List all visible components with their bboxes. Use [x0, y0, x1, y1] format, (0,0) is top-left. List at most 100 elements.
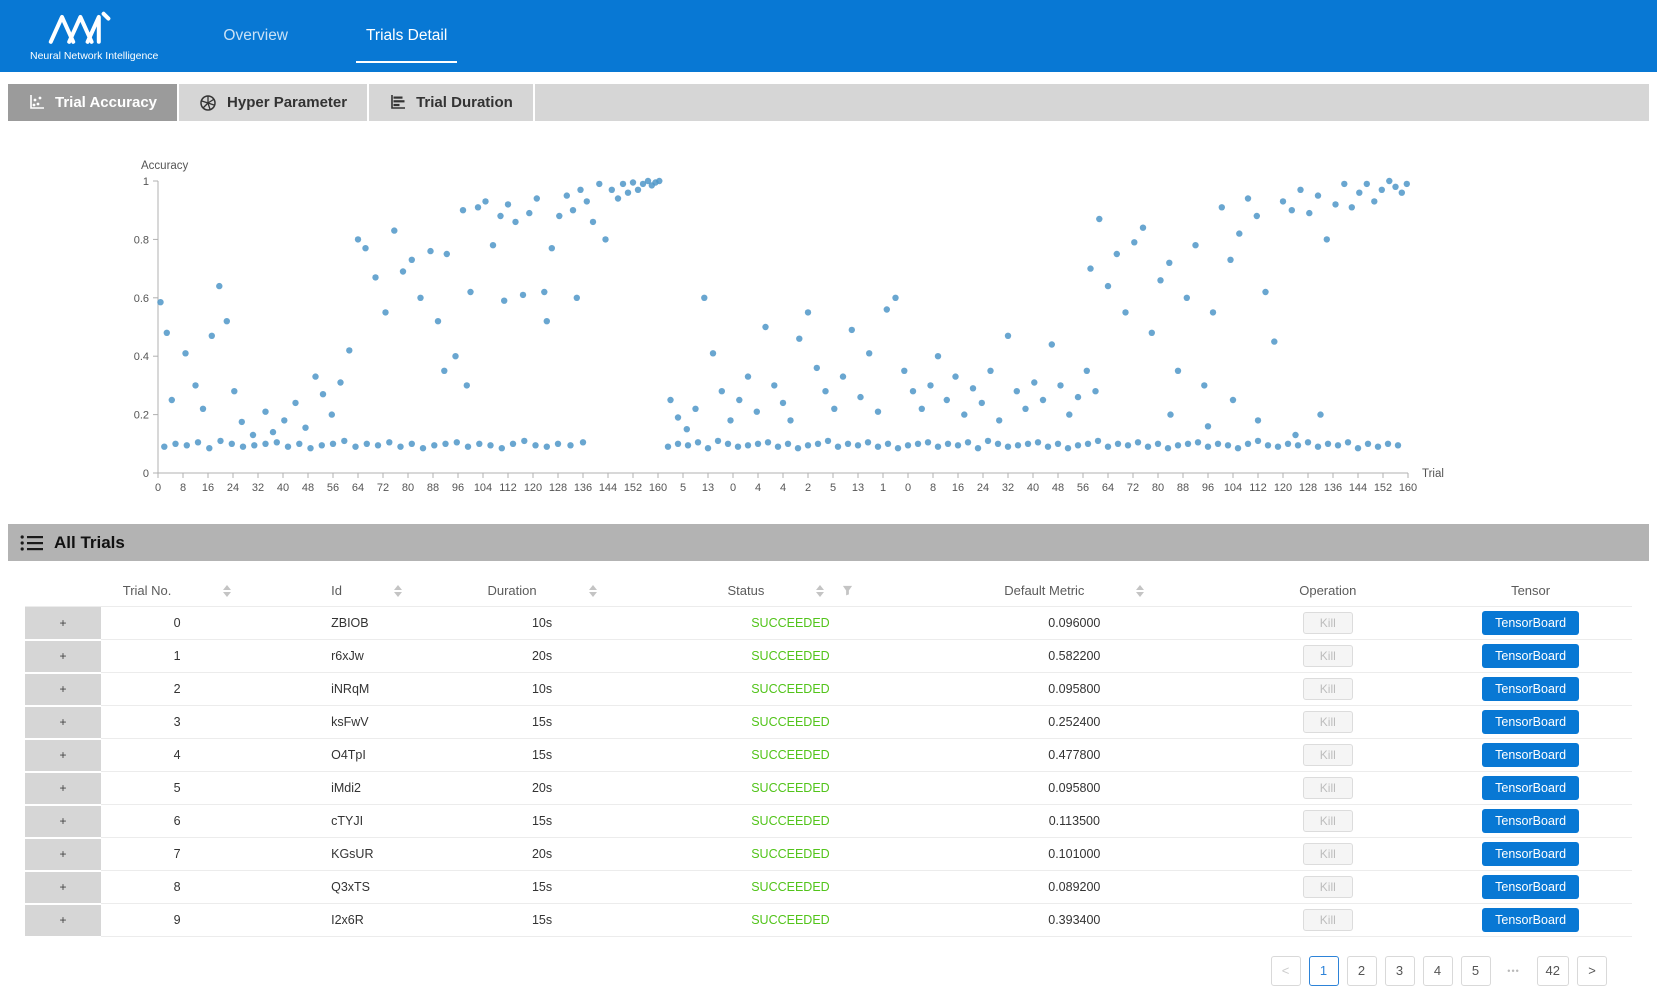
- tensorboard-button[interactable]: TensorBoard: [1482, 743, 1579, 767]
- column-header-status[interactable]: Status: [659, 573, 923, 607]
- column-header-trial-no[interactable]: Trial No.: [101, 573, 253, 607]
- tensorboard-button[interactable]: TensorBoard: [1482, 644, 1579, 668]
- sort-icon[interactable]: [223, 585, 231, 597]
- nni-logo: Neural Network Intelligence: [30, 10, 158, 62]
- svg-text:16: 16: [202, 482, 214, 494]
- trial-no-cell: 4: [101, 739, 253, 772]
- sort-icon[interactable]: [1136, 585, 1144, 597]
- svg-text:104: 104: [474, 482, 492, 494]
- kill-button[interactable]: Kill: [1303, 645, 1353, 667]
- svg-text:16: 16: [952, 482, 964, 494]
- default-metric-cell: 0.477800: [922, 739, 1226, 772]
- kill-button[interactable]: Kill: [1303, 909, 1353, 931]
- duration-cell: 15s: [425, 805, 658, 838]
- expand-column-header: [25, 573, 101, 607]
- pagination-page-42[interactable]: 42: [1537, 956, 1569, 986]
- status-cell: SUCCEEDED: [659, 904, 923, 937]
- kill-button[interactable]: Kill: [1303, 810, 1353, 832]
- tab-trial-accuracy[interactable]: Trial Accuracy: [8, 84, 179, 121]
- filter-icon[interactable]: [842, 585, 853, 596]
- svg-text:Trial: Trial: [1422, 468, 1444, 480]
- kill-button[interactable]: Kill: [1303, 711, 1353, 733]
- column-label: Tensor: [1511, 583, 1550, 598]
- operation-cell: Kill: [1226, 838, 1429, 871]
- trial-id-cell: KGsUR: [253, 838, 425, 871]
- svg-text:1: 1: [880, 482, 886, 494]
- default-metric-cell: 0.101000: [922, 838, 1226, 871]
- pagination-page-5[interactable]: 5: [1461, 956, 1491, 986]
- tensorboard-button[interactable]: TensorBoard: [1482, 611, 1579, 635]
- pagination-page-2[interactable]: 2: [1347, 956, 1377, 986]
- column-header-duration[interactable]: Duration: [425, 573, 658, 607]
- table-row: +7KGsUR20sSUCCEEDED0.101000KillTensorBoa…: [25, 838, 1632, 871]
- svg-text:40: 40: [1027, 482, 1039, 494]
- tab-trial-duration[interactable]: Trial Duration: [369, 84, 535, 121]
- tab-label: Hyper Parameter: [227, 94, 347, 111]
- table-row: +4O4TpI15sSUCCEEDED0.477800KillTensorBoa…: [25, 739, 1632, 772]
- pagination-page-4[interactable]: 4: [1423, 956, 1453, 986]
- duration-cell: 20s: [425, 772, 658, 805]
- svg-text:2: 2: [805, 482, 811, 494]
- pagination-next[interactable]: >: [1577, 956, 1607, 986]
- pagination-prev[interactable]: <: [1271, 956, 1301, 986]
- svg-text:0.6: 0.6: [134, 293, 149, 305]
- default-metric-cell: 0.089200: [922, 871, 1226, 904]
- expand-row-button[interactable]: +: [25, 607, 101, 640]
- expand-row-button[interactable]: +: [25, 640, 101, 673]
- tensorboard-button[interactable]: TensorBoard: [1482, 710, 1579, 734]
- expand-row-button[interactable]: +: [25, 706, 101, 739]
- svg-text:13: 13: [702, 482, 714, 494]
- kill-button[interactable]: Kill: [1303, 612, 1353, 634]
- duration-cell: 15s: [425, 871, 658, 904]
- column-header-default-metric[interactable]: Default Metric: [922, 573, 1226, 607]
- column-label: Id: [331, 583, 342, 598]
- svg-text:152: 152: [1374, 482, 1392, 494]
- trial-id-cell: r6xJw: [253, 640, 425, 673]
- pagination-ellipsis[interactable]: •••: [1499, 956, 1529, 986]
- column-header-id[interactable]: Id: [253, 573, 425, 607]
- expand-row-button[interactable]: +: [25, 838, 101, 871]
- column-label: Duration: [487, 583, 536, 598]
- svg-text:120: 120: [1274, 482, 1292, 494]
- svg-text:128: 128: [549, 482, 567, 494]
- kill-button[interactable]: Kill: [1303, 678, 1353, 700]
- sort-icon[interactable]: [816, 585, 824, 597]
- expand-row-button[interactable]: +: [25, 871, 101, 904]
- tensorboard-button[interactable]: TensorBoard: [1482, 908, 1579, 932]
- default-metric-cell: 0.252400: [922, 706, 1226, 739]
- tensorboard-button[interactable]: TensorBoard: [1482, 842, 1579, 866]
- sort-icon[interactable]: [589, 585, 597, 597]
- trials-table-wrap: Trial No.IdDurationStatusDefault MetricO…: [25, 573, 1632, 986]
- tensor-cell: TensorBoard: [1429, 838, 1632, 871]
- svg-text:1: 1: [143, 176, 149, 188]
- expand-row-button[interactable]: +: [25, 805, 101, 838]
- svg-text:152: 152: [624, 482, 642, 494]
- operation-cell: Kill: [1226, 739, 1429, 772]
- tensorboard-button[interactable]: TensorBoard: [1482, 875, 1579, 899]
- brand-subtitle: Neural Network Intelligence: [30, 50, 158, 62]
- pagination-page-1[interactable]: 1: [1309, 956, 1339, 986]
- status-cell: SUCCEEDED: [659, 640, 923, 673]
- trial-no-cell: 0: [101, 607, 253, 640]
- kill-button[interactable]: Kill: [1303, 744, 1353, 766]
- tensor-cell: TensorBoard: [1429, 673, 1632, 706]
- accuracy-chart-section: 00.20.40.60.8108162432404856647280889610…: [0, 121, 1657, 516]
- tensorboard-button[interactable]: TensorBoard: [1482, 809, 1579, 833]
- pagination-page-3[interactable]: 3: [1385, 956, 1415, 986]
- kill-button[interactable]: Kill: [1303, 876, 1353, 898]
- tab-hyper-parameter[interactable]: Hyper Parameter: [179, 84, 369, 121]
- top-nav: Overview Trials Detail: [213, 0, 515, 72]
- tensorboard-button[interactable]: TensorBoard: [1482, 776, 1579, 800]
- expand-row-button[interactable]: +: [25, 772, 101, 805]
- expand-row-button[interactable]: +: [25, 739, 101, 772]
- sort-icon[interactable]: [394, 585, 402, 597]
- expand-row-button[interactable]: +: [25, 904, 101, 937]
- default-metric-cell: 0.113500: [922, 805, 1226, 838]
- kill-button[interactable]: Kill: [1303, 843, 1353, 865]
- nav-overview[interactable]: Overview: [213, 0, 298, 72]
- expand-row-button[interactable]: +: [25, 673, 101, 706]
- svg-text:136: 136: [1324, 482, 1342, 494]
- nav-trials-detail[interactable]: Trials Detail: [356, 0, 457, 72]
- tensorboard-button[interactable]: TensorBoard: [1482, 677, 1579, 701]
- kill-button[interactable]: Kill: [1303, 777, 1353, 799]
